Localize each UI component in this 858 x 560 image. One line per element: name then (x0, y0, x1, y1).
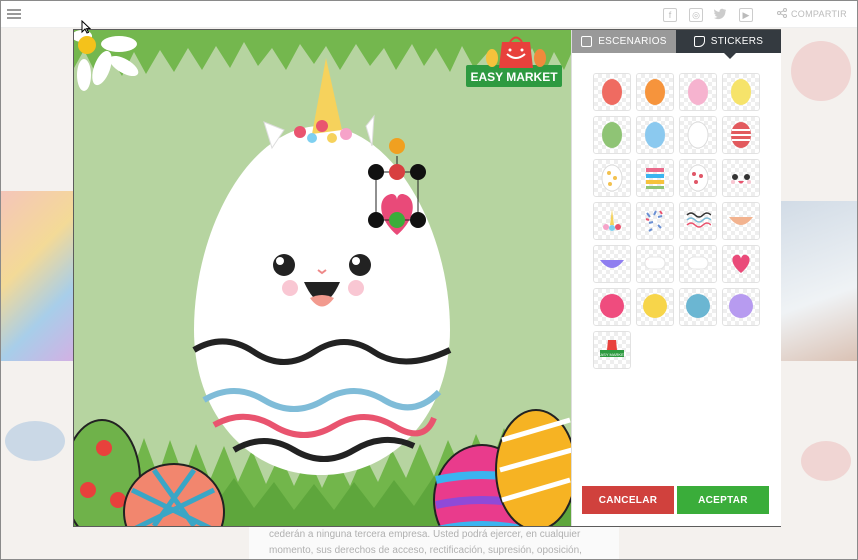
sticker-tile-egg-green[interactable] (593, 116, 631, 154)
circle-blue-icon (686, 294, 710, 318)
half-peach-icon (729, 217, 753, 225)
decorative-egg-orange-stripes (495, 409, 571, 526)
background-splash (5, 421, 65, 461)
sticker-tile-cloud-white[interactable] (636, 245, 674, 283)
share-label: COMPARTIR (791, 9, 847, 19)
sticker-tile-egg-striped-red[interactable] (722, 116, 760, 154)
sticker-icon (693, 36, 705, 47)
bunny-face-icon (731, 174, 751, 184)
frame-icon (581, 36, 593, 47)
cloud-white-icon (644, 256, 666, 270)
cancel-button[interactable]: CANCELAR (582, 486, 674, 514)
sticker-tile-unicorn-horn[interactable] (593, 202, 631, 240)
sticker-tile-egg-blue[interactable] (636, 116, 674, 154)
sticker-tile-egg-stripes-multi[interactable] (636, 159, 674, 197)
egg-hearts-icon (687, 164, 709, 192)
logo-text: EASY MARKET (470, 70, 558, 84)
unicorn-horn-icon (603, 209, 621, 231)
youtube-icon[interactable]: ▶ (739, 8, 753, 22)
egg-pink-icon (688, 79, 708, 105)
cloud-white-2-icon (687, 256, 709, 270)
circle-yellow-icon (643, 294, 667, 318)
sprinkles-icon (645, 210, 663, 232)
background-privacy-text: cederán a ninguna tercera empresa. Usted… (249, 527, 619, 559)
egg-green-icon (602, 122, 622, 148)
share-button[interactable]: COMPARTIR (777, 8, 847, 19)
sticker-tile-half-purple[interactable] (593, 245, 631, 283)
background-brushes (781, 201, 857, 361)
sticker-tile-egg-yellow[interactable] (722, 73, 760, 111)
daisy-flower (74, 30, 139, 91)
tab-label: ESCENARIOS (598, 36, 667, 47)
share-icon (777, 8, 787, 18)
sticker-editor-modal: EASY MARKET ESCENARIOS STICKERS EASY MAR… (73, 29, 781, 527)
svg-text:EASY MARKET: EASY MARKET (599, 352, 625, 357)
sticker-tile-sprinkles[interactable] (636, 202, 674, 240)
sticker-tile-half-peach[interactable] (722, 202, 760, 240)
egg-striped-red-icon (731, 122, 751, 148)
sticker-tile-waves[interactable] (679, 202, 717, 240)
tab-stickers[interactable]: STICKERS (676, 30, 781, 59)
sticker-tile-circle-blue[interactable] (679, 288, 717, 326)
sticker-tile-egg-white[interactable] (679, 116, 717, 154)
instagram-icon[interactable]: ◎ (689, 8, 703, 22)
waves-icon (686, 212, 711, 228)
egg-dots-yellow-icon (601, 164, 623, 192)
circle-purple-icon (729, 294, 753, 318)
accept-button[interactable]: ACEPTAR (677, 486, 769, 514)
logo-easy-market-icon: EASY MARKET (599, 340, 625, 357)
privacy-text-line: cederán a ninguna tercera empresa. Usted… (269, 529, 581, 540)
sticker-tile-egg-dots-yellow[interactable] (593, 159, 631, 197)
site-header: f ◎ ▶ COMPARTIR (1, 1, 857, 28)
sticker-tile-egg-pink[interactable] (679, 73, 717, 111)
privacy-text-line: momento, sus derechos de acceso, rectifi… (269, 545, 582, 556)
browser-frame: cederán a ninguna tercera empresa. Usted… (0, 0, 858, 560)
facebook-icon[interactable]: f (663, 8, 677, 22)
background-splash (801, 441, 851, 481)
tab-label: STICKERS (710, 36, 764, 47)
sticker-tile-egg-red[interactable] (593, 73, 631, 111)
main-egg (192, 126, 452, 475)
hamburger-menu-icon[interactable] (7, 9, 21, 19)
canvas-artwork: EASY MARKET (74, 30, 571, 526)
tab-escenarios[interactable]: ESCENARIOS (572, 30, 676, 53)
egg-yellow-icon (731, 79, 751, 105)
mouse-cursor-icon (81, 20, 91, 34)
egg-blue-icon (645, 122, 665, 148)
sticker-tile-heart[interactable] (722, 245, 760, 283)
sticker-tile-circle-purple[interactable] (722, 288, 760, 326)
editor-tabs: ESCENARIOS STICKERS (572, 30, 781, 59)
heart-icon (732, 254, 750, 273)
background-watercolor-palette (1, 191, 73, 361)
sticker-tile-cloud-white-2[interactable] (679, 245, 717, 283)
circle-pink-icon (600, 294, 624, 318)
egg-red-icon (602, 79, 622, 105)
background-splash (791, 41, 851, 101)
half-purple-icon (600, 260, 624, 268)
sticker-tile-egg-orange[interactable] (636, 73, 674, 111)
editor-canvas[interactable]: EASY MARKET (74, 30, 571, 526)
egg-orange-icon (645, 79, 665, 105)
egg-stripes-multi-icon (646, 168, 664, 189)
sticker-tile-logo-easy-market[interactable]: EASY MARKET (593, 331, 631, 369)
sticker-tile-egg-hearts[interactable] (679, 159, 717, 197)
sticker-panel: ESCENARIOS STICKERS EASY MARKET CANCELAR… (571, 30, 781, 526)
egg-white-icon (687, 121, 709, 149)
sticker-tile-circle-yellow[interactable] (636, 288, 674, 326)
sticker-tile-circle-pink[interactable] (593, 288, 631, 326)
sticker-tile-bunny-face[interactable] (722, 159, 760, 197)
twitter-icon[interactable] (714, 8, 726, 20)
